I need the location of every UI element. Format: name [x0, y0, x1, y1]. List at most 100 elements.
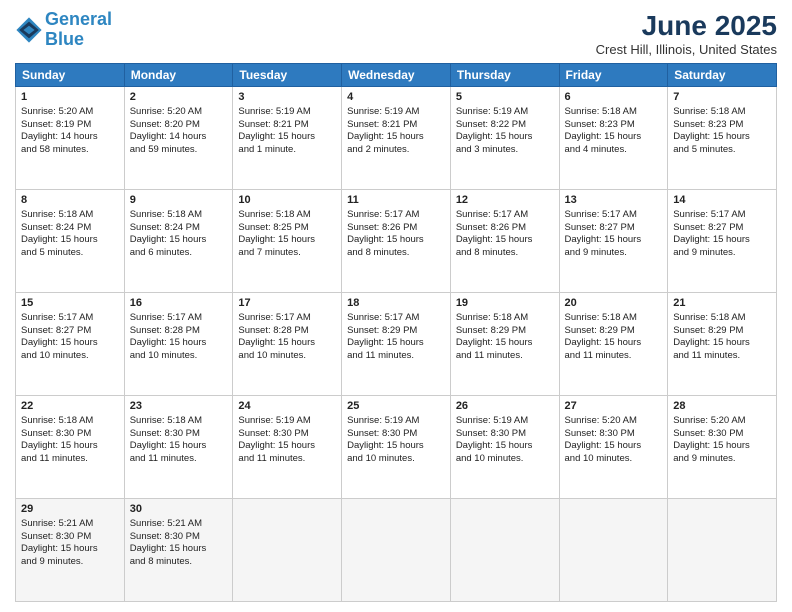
day-info-line: Sunrise: 5:19 AM	[238, 106, 336, 119]
logo-text: GeneralBlue	[45, 10, 112, 50]
day-info-line: Sunset: 8:30 PM	[673, 428, 771, 441]
table-row: 23Sunrise: 5:18 AMSunset: 8:30 PMDayligh…	[124, 396, 233, 499]
table-row	[233, 499, 342, 602]
day-info-line: Daylight: 15 hours	[673, 234, 771, 247]
table-row: 14Sunrise: 5:17 AMSunset: 8:27 PMDayligh…	[668, 190, 777, 293]
day-number: 29	[21, 502, 119, 517]
day-number: 14	[673, 193, 771, 208]
day-info-line: Daylight: 15 hours	[565, 337, 663, 350]
table-row: 12Sunrise: 5:17 AMSunset: 8:26 PMDayligh…	[450, 190, 559, 293]
calendar-table: Sunday Monday Tuesday Wednesday Thursday…	[15, 63, 777, 602]
day-info-line: and 7 minutes.	[238, 247, 336, 260]
day-info-line: Sunset: 8:30 PM	[238, 428, 336, 441]
day-info-line: Sunrise: 5:19 AM	[347, 415, 445, 428]
day-info-line: and 6 minutes.	[130, 247, 228, 260]
table-row	[342, 499, 451, 602]
day-info-line: Sunset: 8:26 PM	[347, 222, 445, 235]
day-info-line: Sunset: 8:29 PM	[565, 325, 663, 338]
day-number: 12	[456, 193, 554, 208]
day-info-line: Sunrise: 5:18 AM	[130, 415, 228, 428]
day-info-line: Daylight: 14 hours	[130, 131, 228, 144]
day-info-line: and 8 minutes.	[130, 556, 228, 569]
day-info-line: Sunset: 8:19 PM	[21, 119, 119, 132]
day-info-line: Sunset: 8:21 PM	[238, 119, 336, 132]
day-number: 24	[238, 399, 336, 414]
table-row: 11Sunrise: 5:17 AMSunset: 8:26 PMDayligh…	[342, 190, 451, 293]
day-number: 8	[21, 193, 119, 208]
day-info-line: Sunset: 8:27 PM	[565, 222, 663, 235]
day-info-line: Sunset: 8:20 PM	[130, 119, 228, 132]
table-row: 18Sunrise: 5:17 AMSunset: 8:29 PMDayligh…	[342, 293, 451, 396]
day-info-line: Daylight: 15 hours	[456, 234, 554, 247]
calendar-week-row: 8Sunrise: 5:18 AMSunset: 8:24 PMDaylight…	[16, 190, 777, 293]
day-info-line: Daylight: 15 hours	[347, 234, 445, 247]
day-info-line: and 1 minute.	[238, 144, 336, 157]
day-info-line: and 10 minutes.	[130, 350, 228, 363]
day-info-line: and 5 minutes.	[673, 144, 771, 157]
day-info-line: Sunrise: 5:20 AM	[565, 415, 663, 428]
day-info-line: Daylight: 15 hours	[238, 131, 336, 144]
day-info-line: Daylight: 15 hours	[238, 234, 336, 247]
day-info-line: Daylight: 15 hours	[21, 543, 119, 556]
day-info-line: Sunrise: 5:18 AM	[673, 312, 771, 325]
day-info-line: Sunrise: 5:19 AM	[456, 415, 554, 428]
day-info-line: and 59 minutes.	[130, 144, 228, 157]
day-number: 5	[456, 90, 554, 105]
day-info-line: and 9 minutes.	[673, 247, 771, 260]
day-info-line: Daylight: 15 hours	[21, 234, 119, 247]
day-info-line: Sunset: 8:30 PM	[347, 428, 445, 441]
day-info-line: and 11 minutes.	[238, 453, 336, 466]
day-info-line: and 4 minutes.	[565, 144, 663, 157]
col-saturday: Saturday	[668, 64, 777, 87]
day-info-line: Sunrise: 5:18 AM	[456, 312, 554, 325]
day-info-line: and 8 minutes.	[456, 247, 554, 260]
day-info-line: Daylight: 15 hours	[673, 337, 771, 350]
table-row: 13Sunrise: 5:17 AMSunset: 8:27 PMDayligh…	[559, 190, 668, 293]
day-info-line: and 2 minutes.	[347, 144, 445, 157]
day-info-line: Sunrise: 5:20 AM	[130, 106, 228, 119]
day-info-line: Daylight: 15 hours	[130, 440, 228, 453]
day-info-line: Sunset: 8:29 PM	[456, 325, 554, 338]
day-info-line: Sunrise: 5:19 AM	[238, 415, 336, 428]
table-row: 30Sunrise: 5:21 AMSunset: 8:30 PMDayligh…	[124, 499, 233, 602]
day-info-line: and 8 minutes.	[347, 247, 445, 260]
day-info-line: Daylight: 15 hours	[130, 337, 228, 350]
table-row: 10Sunrise: 5:18 AMSunset: 8:25 PMDayligh…	[233, 190, 342, 293]
day-info-line: Sunrise: 5:19 AM	[456, 106, 554, 119]
col-monday: Monday	[124, 64, 233, 87]
day-number: 9	[130, 193, 228, 208]
day-info-line: and 11 minutes.	[21, 453, 119, 466]
day-info-line: Sunset: 8:27 PM	[673, 222, 771, 235]
day-info-line: and 58 minutes.	[21, 144, 119, 157]
col-thursday: Thursday	[450, 64, 559, 87]
day-number: 6	[565, 90, 663, 105]
day-number: 18	[347, 296, 445, 311]
day-info-line: and 5 minutes.	[21, 247, 119, 260]
header: GeneralBlue June 2025 Crest Hill, Illino…	[15, 10, 777, 57]
day-info-line: Daylight: 15 hours	[456, 440, 554, 453]
day-info-line: Daylight: 15 hours	[21, 440, 119, 453]
day-info-line: Sunrise: 5:20 AM	[673, 415, 771, 428]
table-row: 26Sunrise: 5:19 AMSunset: 8:30 PMDayligh…	[450, 396, 559, 499]
day-info-line: Sunrise: 5:19 AM	[347, 106, 445, 119]
day-info-line: Sunset: 8:28 PM	[130, 325, 228, 338]
subtitle: Crest Hill, Illinois, United States	[596, 42, 777, 57]
day-info-line: Sunrise: 5:17 AM	[673, 209, 771, 222]
day-info-line: Sunset: 8:22 PM	[456, 119, 554, 132]
table-row: 28Sunrise: 5:20 AMSunset: 8:30 PMDayligh…	[668, 396, 777, 499]
day-info-line: and 10 minutes.	[456, 453, 554, 466]
day-info-line: and 9 minutes.	[565, 247, 663, 260]
table-row: 4Sunrise: 5:19 AMSunset: 8:21 PMDaylight…	[342, 87, 451, 190]
day-info-line: Daylight: 15 hours	[456, 131, 554, 144]
day-info-line: Sunrise: 5:17 AM	[238, 312, 336, 325]
day-info-line: Sunrise: 5:18 AM	[238, 209, 336, 222]
table-row: 3Sunrise: 5:19 AMSunset: 8:21 PMDaylight…	[233, 87, 342, 190]
day-number: 27	[565, 399, 663, 414]
day-info-line: Daylight: 15 hours	[347, 131, 445, 144]
day-number: 23	[130, 399, 228, 414]
day-info-line: Sunset: 8:30 PM	[130, 428, 228, 441]
table-row	[559, 499, 668, 602]
table-row: 5Sunrise: 5:19 AMSunset: 8:22 PMDaylight…	[450, 87, 559, 190]
day-info-line: and 11 minutes.	[347, 350, 445, 363]
day-info-line: Sunrise: 5:18 AM	[21, 209, 119, 222]
